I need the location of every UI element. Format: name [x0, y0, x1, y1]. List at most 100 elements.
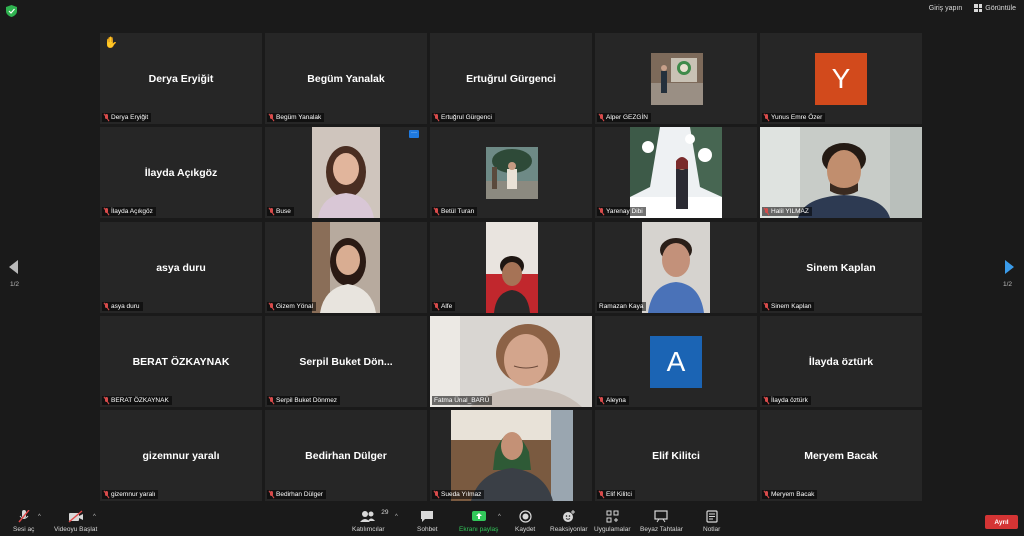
- sign-in-link[interactable]: Giriş yapın: [929, 5, 962, 12]
- participant-tile-bedirhan-dulger[interactable]: Bedirhan Dülger Bedirhan Dülger: [265, 410, 427, 501]
- participant-tile-berat-ozkaynak[interactable]: BERAT ÖZKAYNAK BERAT ÖZKAYNAK: [100, 316, 262, 407]
- participant-name-label: Ramazan Kaya: [597, 302, 647, 311]
- mic-muted-icon: [434, 303, 439, 310]
- mic-muted-icon: [269, 114, 274, 121]
- mic-muted-icon: [104, 397, 109, 404]
- participant-tile-ilayda-ozturk[interactable]: İlayda öztürk İlayda öztürk: [760, 316, 922, 407]
- participant-tile-meryem-bacak[interactable]: Meryem Bacak Meryem Bacak: [760, 410, 922, 501]
- participant-tile-ramazan-kaya[interactable]: Ramazan Kaya: [595, 222, 757, 313]
- share-screen-icon: [471, 510, 486, 523]
- participant-tile-alfe[interactable]: Alfe: [430, 222, 592, 313]
- participant-display-name: gizemnur yaralı: [142, 450, 220, 462]
- mic-muted-icon: [434, 491, 439, 498]
- mic-muted-icon: [599, 208, 604, 215]
- participant-tile-begum-yanalak[interactable]: Begüm Yanalak Begüm Yanalak: [265, 33, 427, 124]
- participant-name-label: Yunus Emre Özer: [762, 113, 826, 122]
- participants-button[interactable]: 29 Katılımcılar: [352, 509, 388, 533]
- participant-display-name: Ertuğrul Gürgenci: [466, 73, 556, 85]
- participant-tile-aleyna[interactable]: A Aleyna: [595, 316, 757, 407]
- page-indicator-left: 1/2: [10, 281, 20, 288]
- participants-icon: 29: [360, 509, 388, 523]
- participant-display-name: Derya Eryiğit: [148, 73, 214, 85]
- share-screen-button[interactable]: Ekranı paylaş: [459, 510, 498, 533]
- participant-display-name: Meryem Bacak: [804, 450, 878, 462]
- chat-bubble-icon: [420, 510, 434, 523]
- participant-tile-halil-yilmaz[interactable]: Halil YILMAZ: [760, 127, 922, 218]
- whiteboards-button[interactable]: Beyaz Tahtalar: [640, 510, 683, 533]
- participant-video: [630, 127, 722, 218]
- participant-tile-betul-turan[interactable]: Betül Turan: [430, 127, 592, 218]
- participant-tile-derya-eryigit[interactable]: ✋ Derya Eryiğit Derya Eryiğit: [100, 33, 262, 124]
- next-page-arrow-icon[interactable]: [1005, 260, 1014, 274]
- participant-name-label: Sueda Yılmaz: [432, 490, 485, 499]
- participant-video: [642, 222, 710, 313]
- participant-display-name: asya duru: [156, 262, 206, 274]
- participant-name-label: Gizem Yönal: [267, 302, 317, 311]
- participant-name-label: Yarenay Dibi: [597, 207, 646, 216]
- share-options-caret-icon[interactable]: ^: [498, 514, 501, 520]
- participant-tile-elif-kilitci[interactable]: Elif Kilitci Elif Kilitci: [595, 410, 757, 501]
- security-shield-icon[interactable]: [6, 5, 17, 17]
- reactions-button[interactable]: Reaksiyonlar: [550, 510, 588, 533]
- apps-button[interactable]: Uygulamalar: [594, 510, 631, 533]
- participant-tile-alper-gezgin[interactable]: Alper GEZGİN: [595, 33, 757, 124]
- view-button[interactable]: Görüntüle: [974, 4, 1016, 12]
- participant-name-label: Derya Eryiğit: [102, 113, 152, 122]
- participant-name-label: İlayda öztürk: [762, 396, 811, 405]
- participant-tile-ertugrul-gurgenci[interactable]: Ertuğrul Gürgenci Ertuğrul Gürgenci: [430, 33, 592, 124]
- participant-name-label: Ertuğrul Gürgenci: [432, 113, 495, 122]
- participants-count: 29: [381, 509, 389, 516]
- avatar: A: [650, 336, 702, 388]
- page-indicator-right: 1/2: [1003, 281, 1013, 288]
- participant-display-name: Elif Kilitci: [652, 450, 700, 462]
- participant-tile-sueda-yilmaz[interactable]: Sueda Yılmaz: [430, 410, 592, 501]
- apps-icon: [606, 510, 619, 523]
- participant-display-name: İlayda Açıkgöz: [144, 167, 218, 179]
- more-options-button[interactable]: ···: [409, 130, 419, 138]
- previous-page-arrow-icon[interactable]: [9, 260, 18, 274]
- mic-muted-icon: [104, 303, 109, 310]
- participant-name-label: BERAT ÖZKAYNAK: [102, 396, 172, 405]
- participant-name-label: Halil YILMAZ: [762, 207, 812, 216]
- meeting-toolbar: Sesi aç ^ Videoyu Başlat ^ 29 Katılımcıl…: [0, 506, 1024, 536]
- leave-meeting-button[interactable]: Ayrıl: [985, 515, 1018, 529]
- mic-muted-icon: [269, 491, 274, 498]
- participant-tile-gizemnur-yarali[interactable]: gizemnur yaralı gizemnur yaralı: [100, 410, 262, 501]
- participant-tile-ilayda-acikgoz[interactable]: İlayda Açıkgöz İlayda Açıkgöz: [100, 127, 262, 218]
- participant-tile-sinem-kaplan[interactable]: Sinem Kaplan Sinem Kaplan: [760, 222, 922, 313]
- participant-display-name: Begüm Yanalak: [307, 73, 385, 85]
- notes-button[interactable]: Notlar: [703, 510, 720, 533]
- participant-name-label: Sinem Kaplan: [762, 302, 815, 311]
- participant-name-label: gizemnur yaralı: [102, 490, 159, 499]
- top-bar: Giriş yapın Görüntüle: [0, 0, 1024, 22]
- participant-tile-yunus-emre-ozer[interactable]: Y Yunus Emre Özer: [760, 33, 922, 124]
- participant-tile-serpil-buket-donmez[interactable]: Serpil Buket Dön... Serpil Buket Dönmez: [265, 316, 427, 407]
- participant-tile-buse[interactable]: ··· Buse: [265, 127, 427, 218]
- video-gallery: ✋ Derya Eryiğit Derya Eryiğit Begüm Yana…: [100, 33, 924, 503]
- record-icon: [519, 510, 532, 523]
- mic-muted-icon: [269, 397, 274, 404]
- participant-display-name: İlayda öztürk: [808, 356, 874, 368]
- participant-video: [760, 127, 922, 218]
- start-video-button[interactable]: Videoyu Başlat: [54, 510, 97, 533]
- participant-tile-gizem-yonal[interactable]: Gizem Yönal: [265, 222, 427, 313]
- participant-tile-fatma-unal-active-speaker[interactable]: Fatma Ünal_BARÜ: [430, 316, 592, 407]
- video-options-caret-icon[interactable]: ^: [93, 514, 96, 520]
- participants-caret-icon[interactable]: ^: [395, 514, 398, 520]
- participant-name-label: Alper GEZGİN: [597, 113, 651, 122]
- participant-name-label: Alfe: [432, 302, 456, 311]
- avatar: Y: [815, 53, 867, 105]
- chat-button[interactable]: Sohbet: [417, 510, 438, 533]
- mic-muted-icon: [764, 114, 769, 121]
- mic-muted-icon: [599, 491, 604, 498]
- raised-hand-icon: ✋: [104, 37, 118, 49]
- participant-display-name: Serpil Buket Dön...: [299, 356, 393, 368]
- audio-options-caret-icon[interactable]: ^: [38, 514, 41, 520]
- record-button[interactable]: Kaydet: [515, 510, 535, 533]
- participant-name-label: Bedirhan Dülger: [267, 490, 326, 499]
- participant-tile-yarenay-dibi[interactable]: Yarenay Dibi: [595, 127, 757, 218]
- unmute-button[interactable]: Sesi aç: [13, 510, 34, 533]
- participant-name-label: asya duru: [102, 302, 143, 311]
- participant-tile-asya-duru[interactable]: asya duru asya duru: [100, 222, 262, 313]
- mic-muted-icon: [434, 208, 439, 215]
